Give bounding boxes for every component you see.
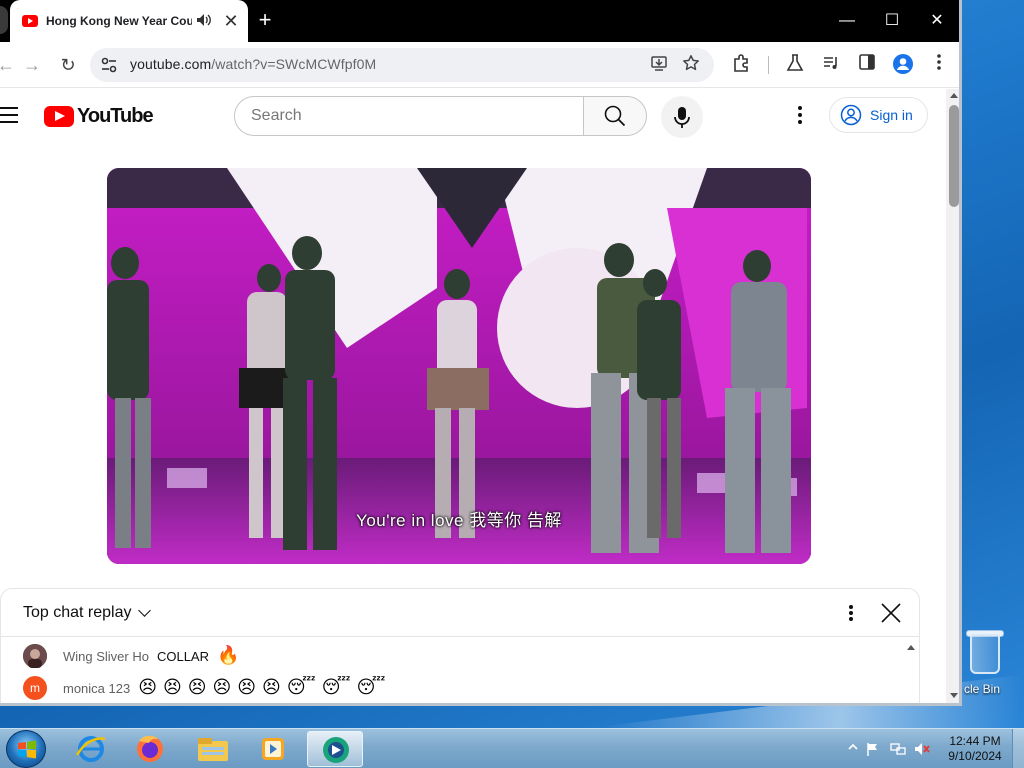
clock-date: 9/10/2024 bbox=[948, 749, 1002, 763]
recycle-bin-icon bbox=[970, 634, 1000, 674]
reload-button[interactable]: ↻ bbox=[54, 52, 82, 78]
sign-in-button[interactable]: Sign in bbox=[829, 97, 928, 133]
page-scrollbar[interactable] bbox=[946, 89, 959, 703]
url-path: /watch?v=SWcMCWfpf0M bbox=[211, 56, 377, 72]
browser-toolbar: ← → ↻ youtube.com/watch?v=SWcMCWfpf0M bbox=[0, 42, 959, 88]
chat-scroll-up-arrow[interactable] bbox=[907, 645, 915, 650]
hamburger-menu-icon[interactable] bbox=[0, 107, 18, 123]
sleeping-face-emoji-icon: 😴 bbox=[286, 677, 316, 698]
youtube-logo-icon bbox=[44, 106, 74, 127]
volume-muted-icon[interactable] bbox=[914, 742, 930, 756]
show-desktop-button[interactable] bbox=[1012, 729, 1024, 768]
youtube-page: YouTube Sign in bbox=[0, 89, 946, 703]
browser-window: Hong Kong New Year Coun ✕ + — ☐ ✕ ← → ↻ … bbox=[0, 0, 962, 706]
address-bar[interactable]: youtube.com/watch?v=SWcMCWfpf0M bbox=[90, 48, 714, 82]
chat-replay-panel: Top chat replay Wing Sliver Ho COLLAR 🔥 bbox=[0, 588, 920, 703]
minimize-button[interactable]: — bbox=[832, 8, 862, 34]
internet-explorer-icon[interactable] bbox=[64, 731, 120, 767]
labs-icon[interactable] bbox=[783, 53, 807, 77]
scroll-down-arrow[interactable] bbox=[950, 693, 958, 698]
bookmark-star-icon[interactable] bbox=[680, 54, 702, 76]
youtube-favicon-icon bbox=[22, 15, 38, 27]
persevering-face-emoji-icon: 😣 bbox=[262, 677, 281, 698]
persevering-face-emoji-icon: 😣 bbox=[138, 677, 157, 698]
sleeping-face-emoji-icon: 😴 bbox=[321, 677, 351, 698]
search-box bbox=[234, 96, 584, 136]
avatar[interactable] bbox=[23, 644, 47, 668]
search-input[interactable] bbox=[251, 97, 571, 135]
youtube-logo[interactable]: YouTube bbox=[44, 105, 154, 128]
action-center-flag-icon[interactable] bbox=[866, 742, 880, 756]
chat-author[interactable]: monica 123 bbox=[63, 681, 130, 696]
video-frame bbox=[107, 168, 811, 564]
previous-tab-stub[interactable] bbox=[0, 6, 8, 34]
windows-logo-icon bbox=[18, 740, 36, 759]
chat-emoji-row: 🔥 bbox=[217, 645, 245, 667]
chat-mode-dropdown[interactable]: Top chat replay bbox=[23, 604, 151, 622]
profile-icon[interactable] bbox=[891, 53, 915, 77]
clock-time: 12:44 PM bbox=[949, 734, 1001, 748]
taskbar-clock[interactable]: 12:44 PM 9/10/2024 bbox=[945, 734, 1005, 764]
address-url[interactable]: youtube.com/watch?v=SWcMCWfpf0M bbox=[130, 56, 376, 72]
speaker-icon[interactable] bbox=[196, 13, 214, 30]
tab-close-button[interactable]: ✕ bbox=[222, 12, 240, 30]
media-controls-icon[interactable] bbox=[819, 53, 843, 77]
fire-emoji-icon: 🔥 bbox=[217, 645, 240, 666]
url-host: youtube.com bbox=[130, 56, 212, 72]
youtube-logo-text: YouTube bbox=[77, 105, 154, 127]
persevering-face-emoji-icon: 😣 bbox=[237, 677, 257, 698]
back-button[interactable]: ← bbox=[0, 52, 20, 78]
chat-more-options-icon[interactable] bbox=[841, 603, 861, 625]
file-explorer-icon[interactable] bbox=[186, 731, 242, 767]
voice-search-button[interactable] bbox=[661, 96, 703, 138]
tab-title: Hong Kong New Year Coun bbox=[46, 14, 192, 28]
extensions-icon[interactable] bbox=[729, 53, 753, 77]
tab-strip: Hong Kong New Year Coun ✕ + — ☐ ✕ bbox=[0, 0, 959, 42]
recycle-bin-shortcut[interactable]: cle Bin bbox=[960, 626, 1024, 706]
chat-header: Top chat replay bbox=[1, 589, 919, 637]
recycle-bin-label: cle Bin bbox=[964, 682, 1001, 696]
sign-in-label: Sign in bbox=[870, 107, 913, 123]
media-player-icon[interactable] bbox=[246, 731, 302, 767]
chat-text: COLLAR bbox=[156, 648, 209, 664]
chat-message: m monica 123 😣 😣 😣 😣 😣 😣 😴 😴 😴 bbox=[23, 675, 391, 701]
persevering-face-emoji-icon: 😣 bbox=[162, 677, 182, 698]
menu-icon[interactable] bbox=[927, 53, 951, 77]
close-icon bbox=[881, 603, 901, 623]
video-player[interactable]: You're in love 我等你 告解 bbox=[107, 168, 811, 564]
side-panel-icon[interactable] bbox=[855, 53, 879, 77]
chat-close-button[interactable] bbox=[879, 601, 903, 625]
search-button[interactable] bbox=[583, 96, 647, 136]
tab-youtube[interactable]: Hong Kong New Year Coun ✕ bbox=[10, 0, 248, 42]
chat-author[interactable]: Wing Sliver Ho bbox=[63, 649, 149, 664]
firefox-icon[interactable] bbox=[122, 731, 178, 767]
install-app-icon[interactable] bbox=[648, 54, 670, 76]
video-subtitle: You're in love 我等你 告解 bbox=[356, 511, 562, 530]
start-button[interactable] bbox=[6, 730, 46, 768]
chrome-like-app-icon[interactable] bbox=[307, 731, 363, 767]
show-hidden-icons-icon[interactable] bbox=[846, 742, 860, 756]
maximize-button[interactable]: ☐ bbox=[877, 8, 907, 34]
forward-button[interactable]: → bbox=[18, 52, 46, 78]
chat-title: Top chat replay bbox=[23, 604, 132, 621]
new-tab-button[interactable]: + bbox=[254, 9, 276, 33]
site-info-icon[interactable] bbox=[98, 54, 120, 76]
settings-more-icon[interactable] bbox=[788, 103, 812, 129]
chat-message: Wing Sliver Ho COLLAR 🔥 bbox=[23, 643, 245, 669]
sleeping-face-emoji-icon: 😴 bbox=[356, 677, 386, 698]
window-close-button[interactable]: ✕ bbox=[922, 8, 952, 34]
network-icon[interactable] bbox=[890, 742, 906, 756]
taskbar: 12:44 PM 9/10/2024 bbox=[0, 728, 1024, 768]
toolbar-separator bbox=[768, 56, 769, 74]
persevering-face-emoji-icon: 😣 bbox=[212, 677, 232, 698]
scroll-thumb[interactable] bbox=[949, 105, 959, 207]
persevering-face-emoji-icon: 😣 bbox=[187, 677, 207, 698]
chat-emoji-row: 😣 😣 😣 😣 😣 😣 😴 😴 😴 bbox=[138, 677, 391, 699]
avatar[interactable]: m bbox=[23, 676, 47, 700]
account-circle-icon bbox=[840, 104, 862, 126]
scroll-up-arrow[interactable] bbox=[950, 93, 958, 98]
chevron-down-icon bbox=[137, 604, 151, 617]
search-icon bbox=[604, 105, 626, 127]
microphone-icon bbox=[674, 107, 690, 128]
